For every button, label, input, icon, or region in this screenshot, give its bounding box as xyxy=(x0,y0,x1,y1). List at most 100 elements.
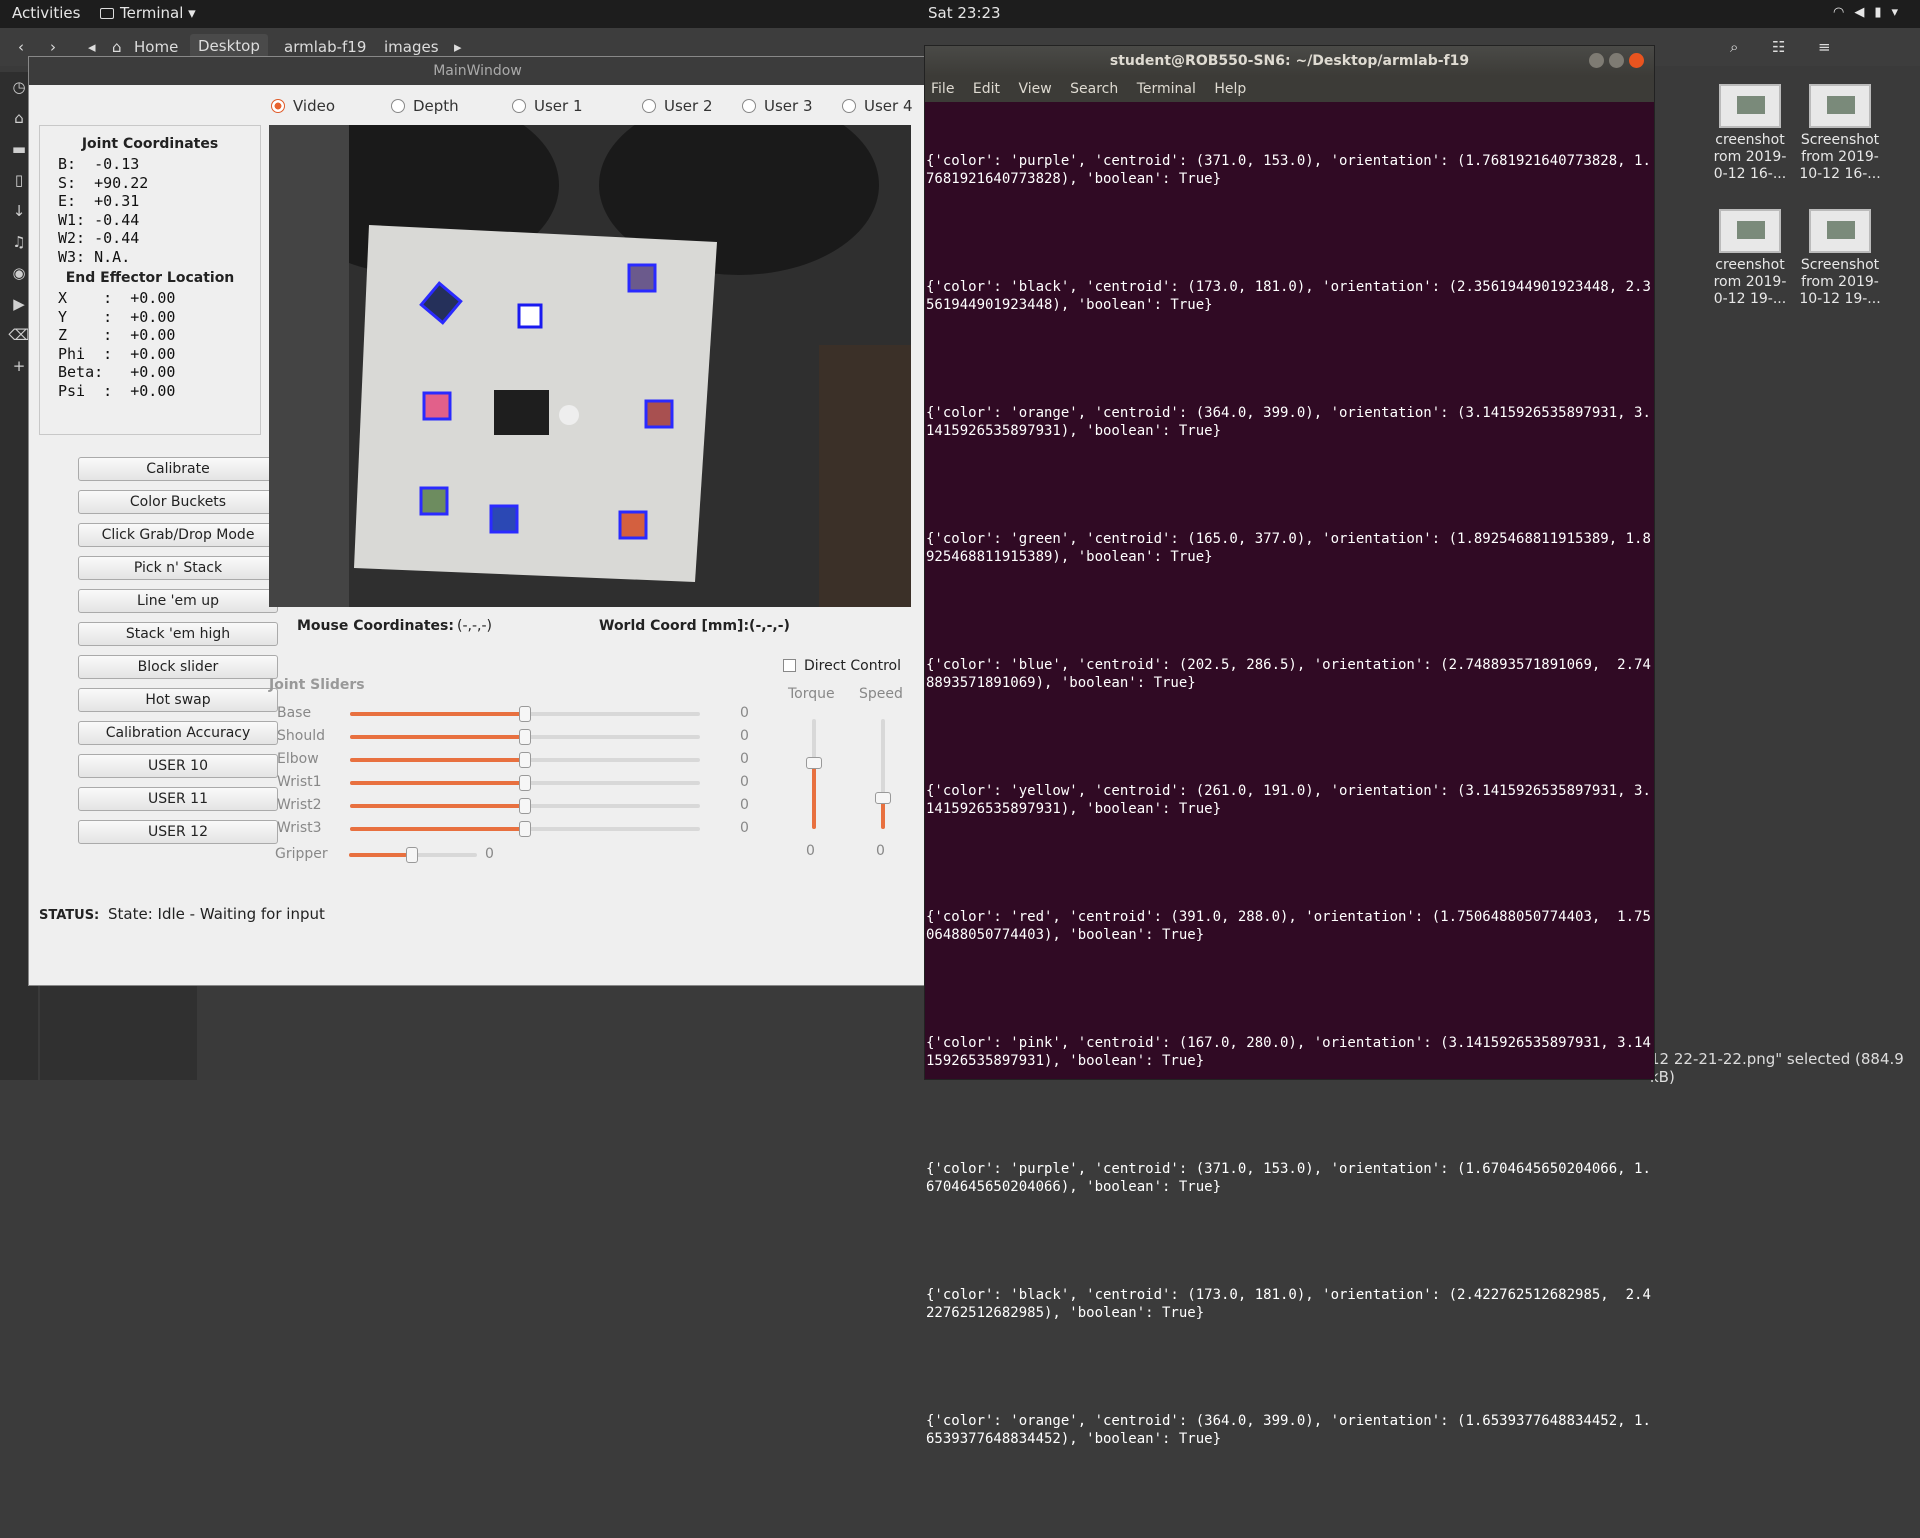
slider-handle[interactable] xyxy=(806,757,822,769)
file-thumbnail[interactable]: creenshot rom 2019- 0-12 16-... xyxy=(1700,78,1800,183)
close-icon[interactable] xyxy=(1629,53,1644,68)
file-name: rom 2019- xyxy=(1713,149,1787,165)
search-icon[interactable]: ⌕ xyxy=(1730,38,1738,56)
wrist2-slider[interactable] xyxy=(350,798,700,814)
shoulder-slider[interactable] xyxy=(350,729,700,745)
image-preview xyxy=(1809,209,1871,253)
wrist1-slider[interactable] xyxy=(350,775,700,791)
terminal-icon xyxy=(100,8,114,19)
slider-handle[interactable] xyxy=(875,792,891,804)
forward-icon[interactable]: › xyxy=(50,38,56,56)
wrist3-value: 0 xyxy=(740,820,749,836)
end-effector-values: X : +0.00 Y : +0.00 Z : +0.00 Phi : +0.0… xyxy=(58,289,260,400)
volume-icon: ◀ xyxy=(1854,5,1875,20)
app-menu[interactable]: Terminal ▾ xyxy=(100,4,196,22)
slider-handle[interactable] xyxy=(519,775,531,791)
user-10-button[interactable]: USER 10 xyxy=(78,754,278,778)
radio-user-3[interactable]: User 3 xyxy=(742,97,813,115)
gripper-slider[interactable] xyxy=(349,847,477,863)
file-thumbnail[interactable]: creenshot rom 2019- 0-12 19-... xyxy=(1700,203,1800,308)
radio-video[interactable]: Video xyxy=(271,97,335,115)
status-label: STATUS: xyxy=(39,908,100,923)
menu-terminal[interactable]: Terminal xyxy=(1137,81,1196,97)
window-title: MainWindow xyxy=(29,57,926,85)
terminal-window[interactable]: student@ROB550-SN6: ~/Desktop/armlab-f19… xyxy=(924,45,1655,1447)
file-thumbnail[interactable]: Screenshot from 2019- 10-12 19-... xyxy=(1790,203,1890,308)
terminal-line: {'color': 'black', 'centroid': (173.0, 1… xyxy=(926,279,1651,313)
terminal-line: {'color': 'orange', 'centroid': (364.0, … xyxy=(926,405,1651,439)
terminal-line: {'color': 'yellow', 'centroid': (261.0, … xyxy=(926,783,1651,817)
radio-user-2[interactable]: User 2 xyxy=(642,97,713,115)
wifi-icon: ◠ xyxy=(1832,5,1855,20)
elbow-value: 0 xyxy=(740,751,749,767)
ee-z: Z : +0.00 xyxy=(58,326,176,344)
calibration-accuracy-button[interactable]: Calibration Accuracy xyxy=(78,721,278,745)
slider-handle[interactable] xyxy=(519,729,531,745)
slider-label-gripper: Gripper xyxy=(275,846,328,862)
scroll-left-icon[interactable]: ◂ xyxy=(88,38,96,56)
file-thumbnail[interactable]: Screenshot from 2019- 10-12 16-... xyxy=(1790,78,1890,183)
menu-file[interactable]: File xyxy=(931,81,954,97)
radio-user-1[interactable]: User 1 xyxy=(512,97,583,115)
speed-slider[interactable] xyxy=(875,719,891,829)
radio-depth[interactable]: Depth xyxy=(391,97,459,115)
ee-x: X : +0.00 xyxy=(58,289,176,307)
terminal-output[interactable]: {'color': 'purple', 'centroid': (371.0, … xyxy=(925,102,1654,1538)
pick-n-stack-button[interactable]: Pick n' Stack xyxy=(78,556,278,580)
hot-swap-button[interactable]: Hot swap xyxy=(78,688,278,712)
color-buckets-button[interactable]: Color Buckets xyxy=(78,490,278,514)
view-toggle-icon[interactable]: ☷ xyxy=(1772,38,1785,56)
main-window: MainWindow Video Depth User 1 User 2 Use… xyxy=(28,56,926,986)
crumb-desktop[interactable]: Desktop xyxy=(190,34,268,58)
clock[interactable]: Sat 23:23 xyxy=(928,4,1001,22)
maximize-icon[interactable] xyxy=(1609,53,1624,68)
slider-handle[interactable] xyxy=(519,752,531,768)
terminal-line: {'color': 'green', 'centroid': (165.0, 3… xyxy=(926,531,1651,565)
user-11-button[interactable]: USER 11 xyxy=(78,787,278,811)
line-em-up-button[interactable]: Line 'em up xyxy=(78,589,278,613)
image-preview xyxy=(1719,84,1781,128)
crumb-images[interactable]: images xyxy=(384,38,439,56)
crumb-home[interactable]: Home xyxy=(134,38,178,56)
elbow-slider[interactable] xyxy=(350,752,700,768)
user-12-button[interactable]: USER 12 xyxy=(78,820,278,844)
activities-button[interactable]: Activities xyxy=(12,4,80,22)
direct-control-checkbox[interactable]: Direct Control xyxy=(783,658,901,674)
slider-handle[interactable] xyxy=(519,821,531,837)
home-icon[interactable]: ⌂ xyxy=(112,38,122,56)
menu-help[interactable]: Help xyxy=(1214,81,1246,97)
image-preview xyxy=(1809,84,1871,128)
slider-handle[interactable] xyxy=(519,798,531,814)
slider-label-elbow: Elbow xyxy=(277,751,319,767)
stack-em-high-button[interactable]: Stack 'em high xyxy=(78,622,278,646)
slider-handle[interactable] xyxy=(519,706,531,722)
camera-video-feed[interactable] xyxy=(269,125,911,607)
wrist3-slider[interactable] xyxy=(350,821,700,837)
base-slider[interactable] xyxy=(350,706,700,722)
slider-handle[interactable] xyxy=(406,847,418,863)
calibrate-button[interactable]: Calibrate xyxy=(78,457,278,481)
minimize-icon[interactable] xyxy=(1589,53,1604,68)
torque-slider[interactable] xyxy=(806,719,822,829)
menu-edit[interactable]: Edit xyxy=(973,81,1000,97)
menu-icon[interactable]: ≡ xyxy=(1818,38,1831,56)
slider-label-wrist2: Wrist2 xyxy=(277,797,322,813)
menu-search[interactable]: Search xyxy=(1070,81,1118,97)
scroll-right-icon[interactable]: ▸ xyxy=(454,38,462,56)
menu-view[interactable]: View xyxy=(1018,81,1051,97)
crumb-armlab[interactable]: armlab-f19 xyxy=(284,38,366,56)
checkbox-box[interactable] xyxy=(783,659,796,672)
terminal-title: student@ROB550-SN6: ~/Desktop/armlab-f19 xyxy=(1109,53,1470,69)
back-icon[interactable]: ‹ xyxy=(18,38,24,56)
joint-w1: W1: -0.44 xyxy=(58,210,140,229)
mouse-coordinates-label: Mouse Coordinates: xyxy=(297,618,454,634)
system-tray[interactable]: ◠◀▮▾ xyxy=(1833,5,1908,20)
joint-w2: W2: -0.44 xyxy=(58,229,140,247)
speed-label: Speed xyxy=(859,686,903,702)
click-grab-drop-button[interactable]: Click Grab/Drop Mode xyxy=(78,523,278,547)
block-slider-button[interactable]: Block slider xyxy=(78,655,278,679)
radio-user-4[interactable]: User 4 xyxy=(842,97,913,115)
speed-value: 0 xyxy=(876,843,885,859)
file-name: from 2019- xyxy=(1801,274,1879,290)
ee-phi: Phi : +0.00 xyxy=(58,344,176,363)
